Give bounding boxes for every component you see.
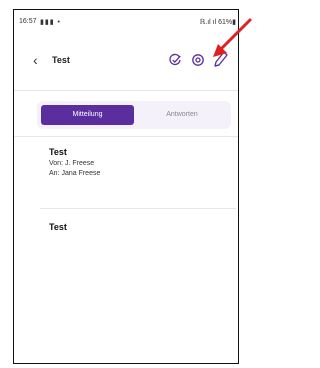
tab-bar: Mitteilung Antworten: [37, 101, 231, 129]
message-recipient: An: Jana Freese: [49, 170, 101, 177]
top-bar: ‹ Test: [33, 51, 231, 71]
message-divider: [40, 208, 236, 209]
tab-mitteilung[interactable]: Mitteilung: [41, 105, 134, 125]
page-title: Test: [52, 55, 70, 65]
status-bar: 16:57 ▮▮▮ • ℝ.ıl ıl 61%▮: [19, 16, 236, 30]
back-button[interactable]: ‹: [33, 53, 38, 67]
annotation-arrow-icon: [213, 18, 252, 57]
message-title: Test: [49, 147, 67, 157]
tabs-divider: [14, 136, 238, 137]
tab-antworten[interactable]: Antworten: [137, 105, 227, 125]
status-time: 16:57: [19, 18, 37, 25]
read-check-icon[interactable]: [168, 53, 182, 67]
notification-icons: ▮▮▮ •: [40, 19, 61, 26]
message-sender: Von: J. Freese: [49, 160, 95, 167]
header-divider: [14, 90, 238, 91]
message-body: Test: [49, 222, 67, 232]
visibility-icon[interactable]: [191, 53, 205, 67]
